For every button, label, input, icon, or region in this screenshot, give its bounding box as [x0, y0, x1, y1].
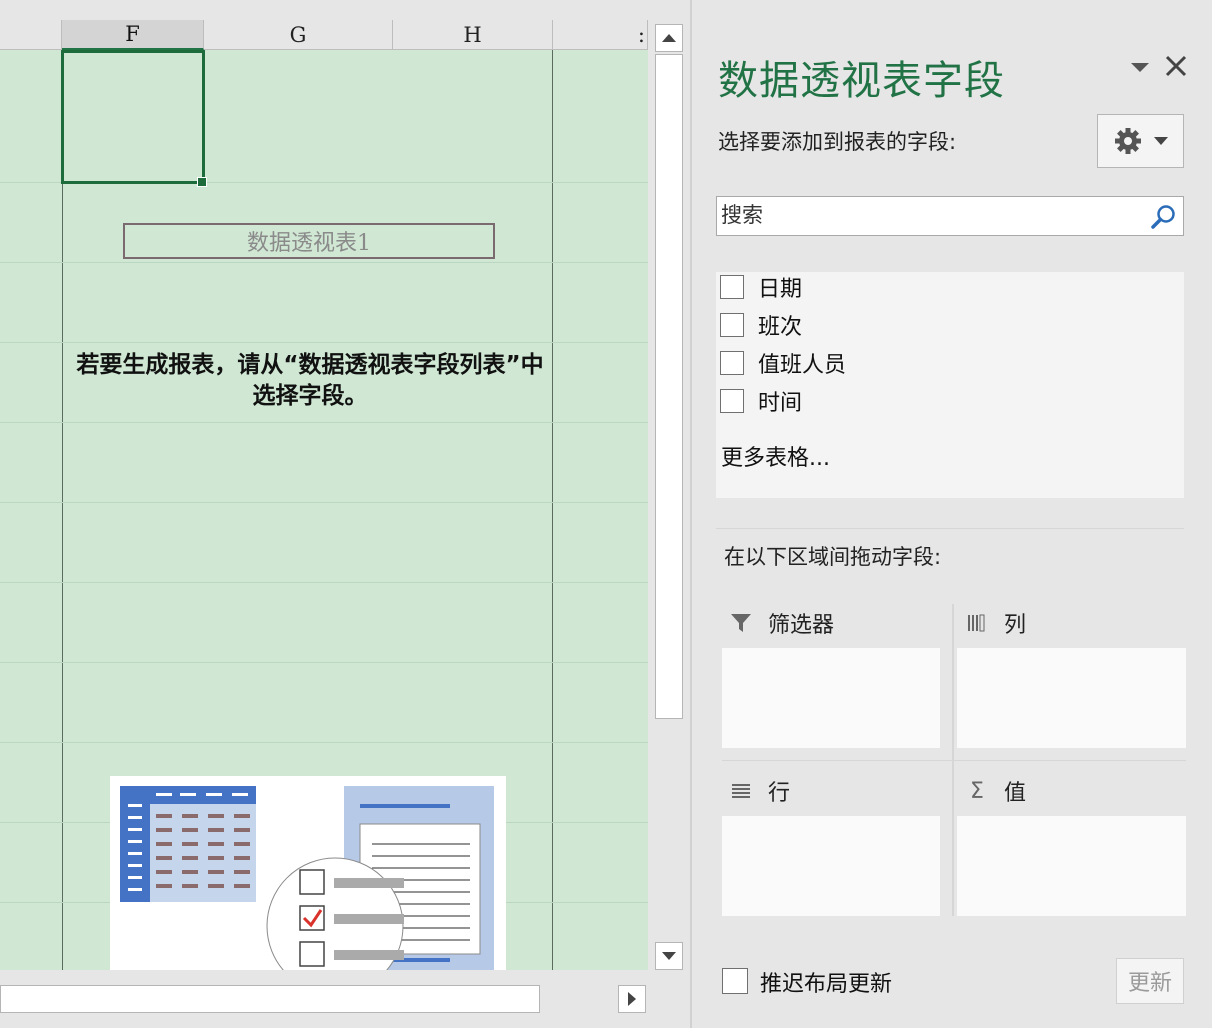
field-item-shift[interactable]: 班次 — [720, 310, 802, 340]
search-icon[interactable] — [1149, 203, 1177, 231]
pivot-illustration-graphic — [120, 786, 494, 970]
areas-divider — [722, 760, 1186, 761]
column-header-label: G — [289, 22, 307, 47]
rows-area-header: 行 — [728, 774, 790, 808]
grid-line — [0, 662, 648, 663]
sigma-icon: Σ — [970, 778, 984, 804]
field-item-time[interactable]: 时间 — [720, 386, 802, 416]
field-checkbox[interactable] — [720, 351, 744, 375]
field-checkbox[interactable] — [720, 313, 744, 337]
filter-icon — [728, 610, 754, 636]
columns-icon — [964, 610, 990, 636]
column-header-h[interactable]: H — [393, 20, 553, 50]
grid-line — [0, 262, 648, 263]
scroll-up-button[interactable] — [655, 24, 683, 52]
arrow-up-icon — [662, 34, 676, 42]
close-button[interactable] — [1162, 52, 1190, 80]
rows-area-label: 行 — [768, 781, 791, 806]
columns-drop-zone[interactable] — [957, 648, 1186, 748]
update-button[interactable]: 更新 — [1116, 958, 1184, 1004]
columns-area-header: 列 — [964, 606, 1026, 640]
sheet-top-strip — [0, 0, 648, 20]
field-label: 班次 — [758, 315, 803, 340]
column-header-e[interactable] — [0, 20, 62, 50]
rows-drop-zone[interactable] — [722, 816, 940, 916]
arrow-right-icon — [628, 992, 636, 1006]
pivot-table-name: 数据透视表1 — [247, 231, 371, 256]
field-checkbox[interactable] — [720, 275, 744, 299]
more-tables-link[interactable]: 更多表格... — [721, 440, 830, 472]
grid-line — [552, 50, 553, 970]
column-header-label: H — [463, 22, 482, 47]
field-search-box[interactable] — [716, 196, 1184, 236]
filters-drop-zone[interactable] — [722, 648, 940, 748]
pane-options-button[interactable] — [1128, 56, 1152, 78]
grid-line — [0, 422, 648, 423]
grid-line — [0, 742, 648, 743]
pivot-instruction-text: 若要生成报表，请从“数据透视表字段列表”中选择字段。 — [76, 352, 544, 409]
sheet-grid[interactable]: 数据透视表1 若要生成报表，请从“数据透视表字段列表”中选择字段。 — [0, 50, 648, 970]
excel-window: F G H : 数据透视表1 若要生成报表，请从“数据透视表字段列表”中选择字段… — [0, 0, 1212, 1028]
rows-icon — [728, 778, 754, 804]
dropdown-triangle-icon — [1131, 62, 1149, 72]
defer-update-label: 推迟布局更新 — [760, 972, 893, 997]
pivot-table-name-box[interactable]: 数据透视表1 — [123, 223, 495, 259]
field-label: 值班人员 — [758, 353, 847, 378]
column-header-label: F — [125, 22, 140, 46]
vertical-scroll-thumb[interactable] — [655, 54, 683, 719]
close-icon — [1165, 55, 1187, 77]
pivot-field-pane: 数据透视表字段 选择要添加到报表的字段: 搜索 日期 班次 值班人员 时间 更多… — [692, 0, 1212, 1028]
grid-line — [0, 582, 648, 583]
field-label: 日期 — [758, 277, 803, 302]
values-drop-zone[interactable] — [957, 816, 1186, 916]
horizontal-scrollbar[interactable] — [0, 983, 650, 1015]
fill-handle[interactable] — [197, 177, 207, 187]
defer-update-checkbox[interactable] — [722, 968, 748, 994]
pane-divider — [716, 528, 1184, 529]
horizontal-scroll-thumb[interactable] — [0, 985, 540, 1013]
choose-fields-label: 选择要添加到报表的字段: — [718, 130, 957, 154]
field-checkbox[interactable] — [720, 389, 744, 413]
grid-line — [0, 502, 648, 503]
values-area-label: 值 — [1004, 781, 1027, 806]
pivot-illustration — [110, 776, 506, 970]
scroll-right-button[interactable] — [618, 985, 646, 1013]
column-header-f[interactable]: F — [62, 20, 204, 50]
grid-line — [62, 50, 63, 970]
values-area-header: Σ 值 — [964, 774, 1026, 808]
chevron-down-icon — [1153, 137, 1168, 145]
gear-icon — [1115, 128, 1142, 154]
field-search-input[interactable] — [721, 201, 1141, 231]
vertical-scrollbar[interactable] — [653, 22, 685, 972]
drag-fields-label: 在以下区域间拖动字段: — [724, 545, 942, 569]
column-header-g[interactable]: G — [204, 20, 393, 50]
selected-cell[interactable] — [61, 50, 205, 184]
field-item-date[interactable]: 日期 — [720, 272, 802, 302]
filters-area-header: 筛选器 — [728, 606, 834, 640]
field-item-staff[interactable]: 值班人员 — [720, 348, 846, 378]
pane-title: 数据透视表字段 — [718, 59, 1005, 103]
filters-area-label: 筛选器 — [768, 613, 835, 638]
column-header-i[interactable]: : — [553, 20, 648, 50]
field-label: 时间 — [758, 391, 803, 416]
field-list: 日期 班次 值班人员 时间 更多表格... — [716, 272, 1184, 498]
arrow-down-icon — [662, 952, 676, 960]
field-list-settings-button[interactable] — [1097, 114, 1184, 168]
scroll-down-button[interactable] — [655, 942, 683, 970]
columns-area-label: 列 — [1004, 613, 1027, 638]
grid-line — [0, 342, 648, 343]
column-header-label: : — [637, 22, 645, 47]
areas-vertical-divider — [952, 604, 954, 916]
